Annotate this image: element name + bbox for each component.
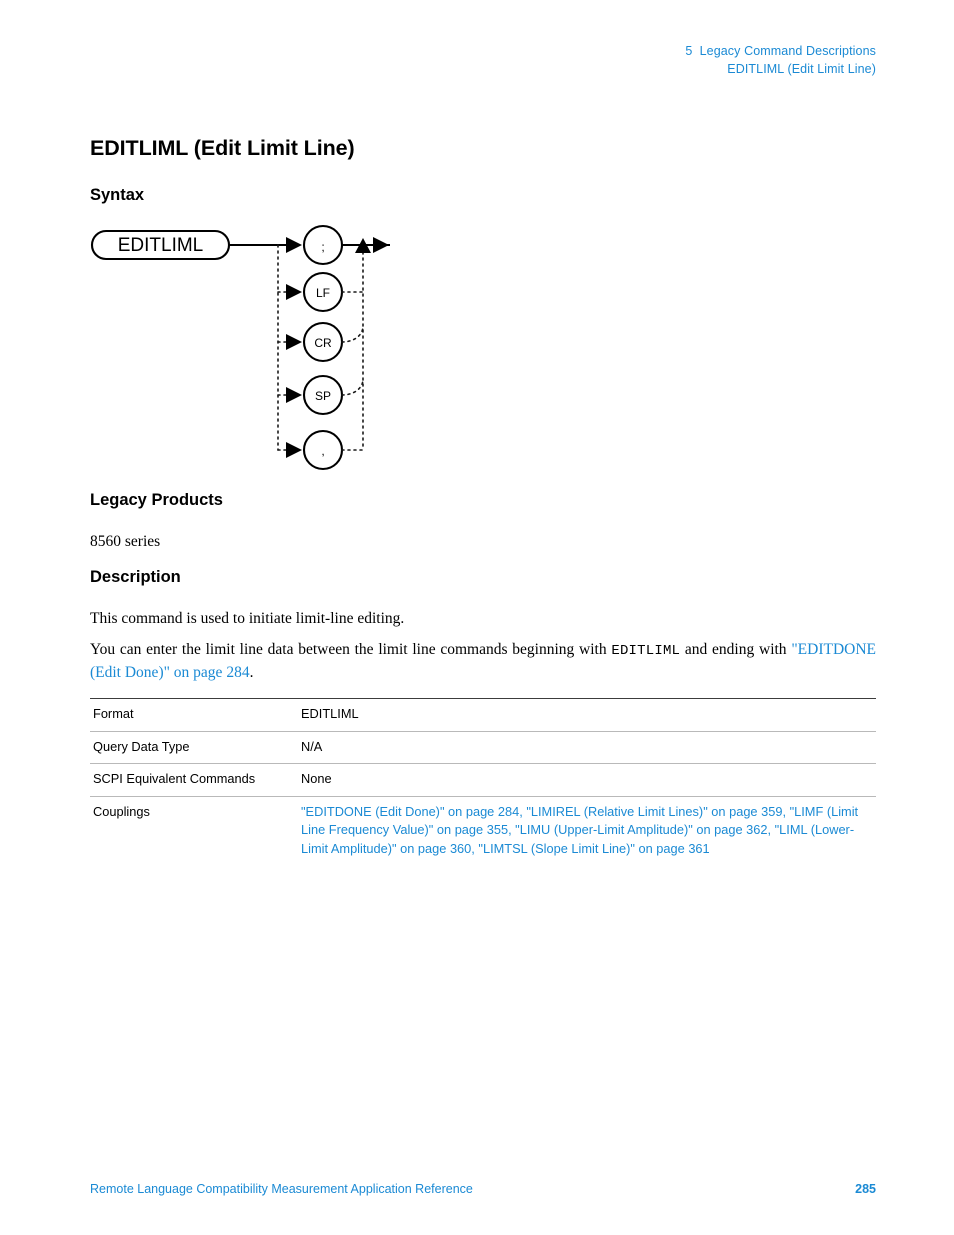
diagram-branch-label: , [321, 444, 324, 458]
diagram-start-label: EDITLIML [118, 235, 204, 256]
legacy-products-value: 8560 series [90, 533, 161, 550]
table-row: Couplings "EDITDONE (Edit Done)" on page… [90, 796, 876, 865]
section-heading-legacy-products: Legacy Products [90, 491, 223, 509]
diagram-branch-label: ; [321, 240, 324, 254]
description-text-part2: and ending with [680, 641, 792, 658]
table-row: Format EDITLIML [90, 698, 876, 732]
table-cell-value: EDITLIML [301, 698, 876, 732]
header-chapter-line: 5 Legacy Command Descriptions [685, 44, 876, 58]
diagram-token-editliml: EDITLIML [90, 229, 231, 261]
diagram-branch-comma: , [277, 429, 364, 471]
page-running-footer: Remote Language Compatibility Measuremen… [90, 1182, 876, 1196]
footer-document-title: Remote Language Compatibility Measuremen… [90, 1182, 473, 1196]
syntax-railroad-diagram: .ln { stroke:#000; stroke-width:2.1; fil… [90, 220, 430, 475]
section-heading-syntax: Syntax [90, 186, 145, 204]
description-text-part1: You can enter the limit line data betwee… [90, 641, 612, 658]
table-cell-label: Couplings [93, 803, 150, 819]
table-cell-couplings-links[interactable]: "EDITDONE (Edit Done)" on page 284, "LIM… [301, 796, 876, 865]
diagram-branch-sp: SP [277, 374, 364, 416]
inline-command-editliml: EDITLIML [611, 643, 681, 659]
table-cell-value: None [301, 763, 876, 797]
diagram-branch-lf: LF [277, 271, 364, 313]
header-topic-line: EDITLIML (Edit Limit Line) [727, 62, 876, 76]
diagram-branch-label: CR [314, 336, 332, 350]
table-cell-value: N/A [301, 731, 876, 764]
description-text-part3: . [249, 664, 254, 681]
table-row: Query Data Type N/A [90, 731, 876, 764]
description-paragraph-2: You can enter the limit line data betwee… [90, 639, 876, 683]
command-specification-table: Format EDITLIML Query Data Type N/A SCPI… [90, 698, 876, 865]
footer-page-number: 285 [855, 1182, 876, 1196]
diagram-branch-cr: CR [277, 321, 364, 363]
table-cell-label: Query Data Type [90, 731, 301, 764]
section-heading-description: Description [90, 568, 181, 586]
table-cell-label: SCPI Equivalent Commands [90, 763, 301, 797]
diagram-branch-label: SP [315, 389, 331, 403]
page-running-header: 5 Legacy Command Descriptions EDITLIML (… [685, 42, 876, 78]
diagram-branch-semicolon: ; [286, 224, 390, 266]
diagram-branch-label: LF [316, 286, 330, 300]
page-title: EDITLIML (Edit Limit Line) [90, 136, 355, 160]
table-cell-label: Format [90, 698, 301, 732]
table-row: SCPI Equivalent Commands None [90, 763, 876, 797]
description-paragraph-1: This command is used to initiate limit-l… [90, 610, 405, 627]
